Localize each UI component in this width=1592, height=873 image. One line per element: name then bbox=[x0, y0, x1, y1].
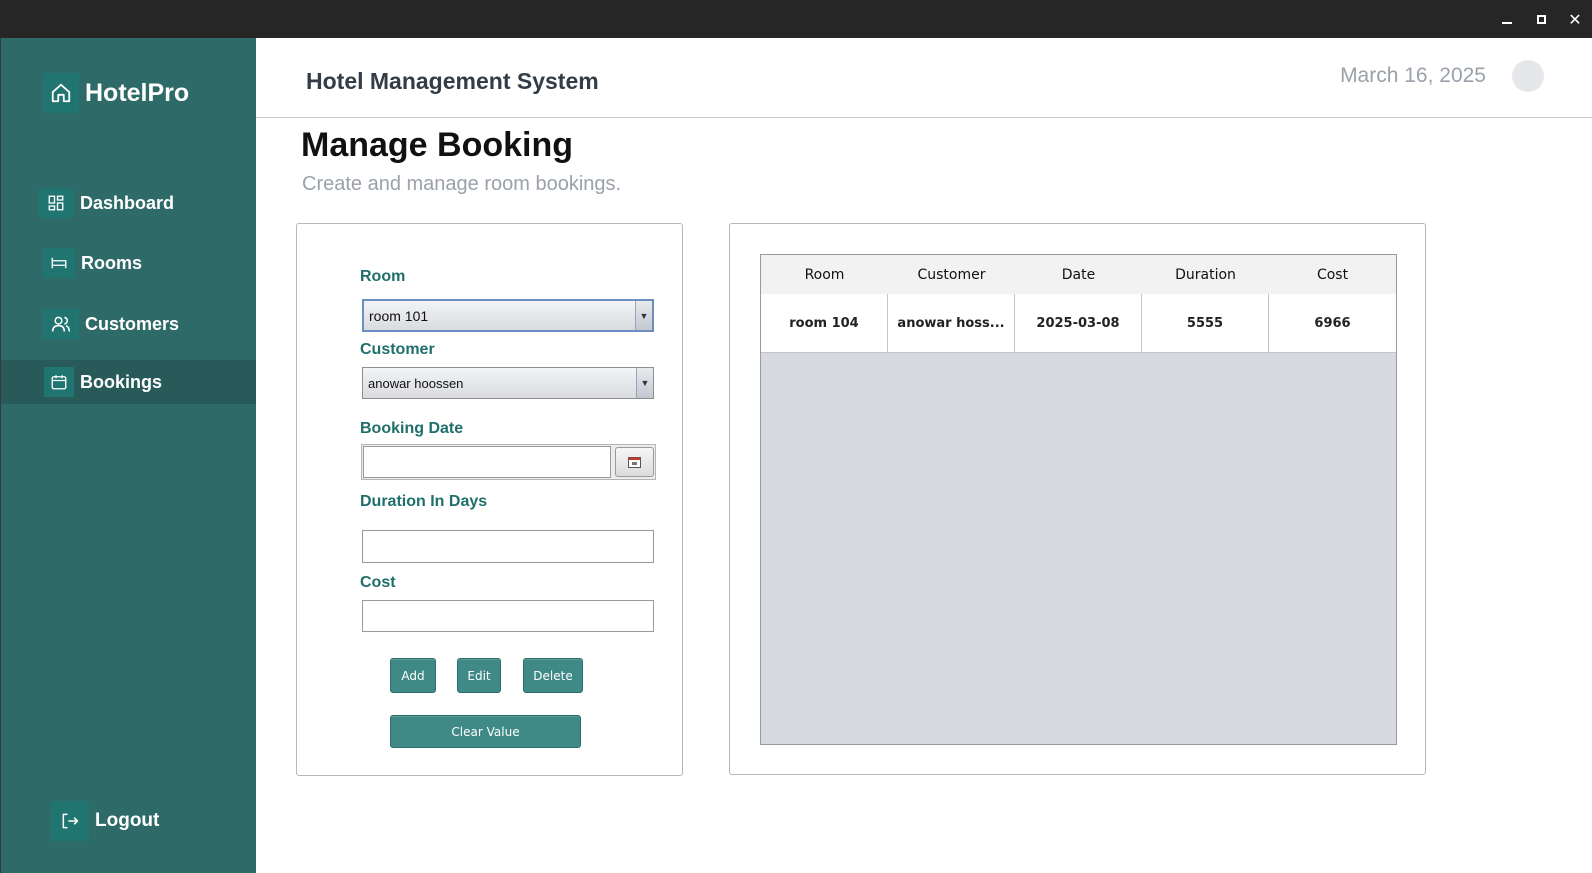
page-subtitle: Create and manage room bookings. bbox=[302, 173, 622, 195]
sidebar-item-bookings[interactable]: Bookings bbox=[1, 360, 257, 404]
booking-date-field[interactable] bbox=[363, 446, 611, 478]
column-header-cost[interactable]: Cost bbox=[1269, 255, 1396, 294]
booking-form: Room room 101 ▼ Customer anowar hoossen … bbox=[296, 223, 683, 776]
maximize-button[interactable] bbox=[1530, 8, 1552, 30]
sidebar-item-label: Rooms bbox=[81, 252, 143, 273]
avatar[interactable] bbox=[1512, 60, 1544, 92]
page-title: Manage Booking bbox=[301, 126, 574, 164]
chevron-down-icon: ▼ bbox=[635, 301, 652, 330]
calendar-icon bbox=[628, 456, 641, 468]
column-header-date[interactable]: Date bbox=[1015, 255, 1142, 294]
duration-field[interactable] bbox=[362, 530, 654, 563]
chevron-down-icon: ▼ bbox=[636, 368, 653, 398]
column-header-duration[interactable]: Duration bbox=[1142, 255, 1269, 294]
close-icon: ✕ bbox=[1568, 9, 1582, 29]
minimize-icon bbox=[1502, 22, 1512, 24]
cell-date: 2025-03-08 bbox=[1015, 294, 1142, 352]
cell-cost: 6966 bbox=[1314, 315, 1351, 331]
cell-customer: anowar hoss... bbox=[888, 294, 1015, 352]
calendar-icon bbox=[44, 367, 74, 397]
brand[interactable]: HotelPro bbox=[43, 73, 189, 113]
table-row[interactable]: room 104 anowar hoss... 2025-03-08 5555 … bbox=[761, 294, 1396, 353]
dashboard-icon bbox=[38, 188, 74, 218]
room-select[interactable]: room 101 ▼ bbox=[362, 299, 654, 332]
sidebar-item-rooms[interactable]: Rooms bbox=[1, 241, 257, 285]
cell-duration: 5555 bbox=[1142, 294, 1269, 352]
bookings-table-panel: Room Customer Date Duration Cost room 10… bbox=[729, 223, 1426, 775]
logout-button[interactable]: Logout bbox=[51, 801, 159, 841]
sidebar-item-label: Dashboard bbox=[80, 192, 175, 213]
edit-button[interactable]: Edit bbox=[457, 658, 501, 693]
sidebar-item-dashboard[interactable]: Dashboard bbox=[1, 181, 257, 225]
booking-date-picker bbox=[361, 444, 656, 480]
cell-room: room 104 bbox=[761, 294, 888, 352]
sidebar: HotelPro Dashboard Rooms Customers Booki… bbox=[0, 38, 257, 873]
top-header: Hotel Management System March 16, 2025 bbox=[256, 38, 1592, 118]
app-title: Hotel Management System bbox=[306, 68, 599, 94]
close-button[interactable]: ✕ bbox=[1564, 8, 1586, 30]
column-header-customer[interactable]: Customer bbox=[888, 255, 1015, 294]
sidebar-item-label: Bookings bbox=[80, 371, 163, 392]
home-icon bbox=[43, 73, 79, 113]
minimize-button[interactable] bbox=[1496, 8, 1518, 30]
booking-date-label: Booking Date bbox=[360, 420, 464, 437]
bookings-table: Room Customer Date Duration Cost room 10… bbox=[760, 254, 1397, 745]
customer-label: Customer bbox=[360, 341, 435, 358]
users-icon bbox=[43, 309, 79, 339]
add-button[interactable]: Add bbox=[390, 658, 436, 693]
window-titlebar: ✕ bbox=[0, 0, 1592, 38]
column-header-room[interactable]: Room bbox=[761, 255, 888, 294]
room-label: Room bbox=[360, 268, 406, 285]
customer-select[interactable]: anowar hoossen ▼ bbox=[362, 367, 654, 399]
duration-label: Duration In Days bbox=[360, 493, 488, 510]
logout-icon bbox=[51, 801, 89, 841]
room-select-value: room 101 bbox=[369, 307, 429, 324]
current-date: March 16, 2025 bbox=[1340, 64, 1486, 87]
bed-icon bbox=[43, 248, 75, 278]
sidebar-item-label: Customers bbox=[85, 313, 180, 334]
main-content: Hotel Management System March 16, 2025 M… bbox=[256, 38, 1592, 873]
table-header: Room Customer Date Duration Cost bbox=[761, 255, 1396, 294]
brand-name: HotelPro bbox=[85, 78, 190, 107]
logout-label: Logout bbox=[95, 810, 160, 831]
clear-value-button[interactable]: Clear Value bbox=[390, 715, 581, 748]
maximize-icon bbox=[1536, 14, 1546, 24]
delete-button[interactable]: Delete bbox=[523, 658, 583, 693]
sidebar-item-customers[interactable]: Customers bbox=[1, 302, 257, 346]
customer-select-value: anowar hoossen bbox=[368, 375, 464, 391]
cost-field[interactable] bbox=[362, 600, 654, 632]
cost-label: Cost bbox=[360, 574, 396, 591]
calendar-button[interactable] bbox=[615, 447, 654, 477]
